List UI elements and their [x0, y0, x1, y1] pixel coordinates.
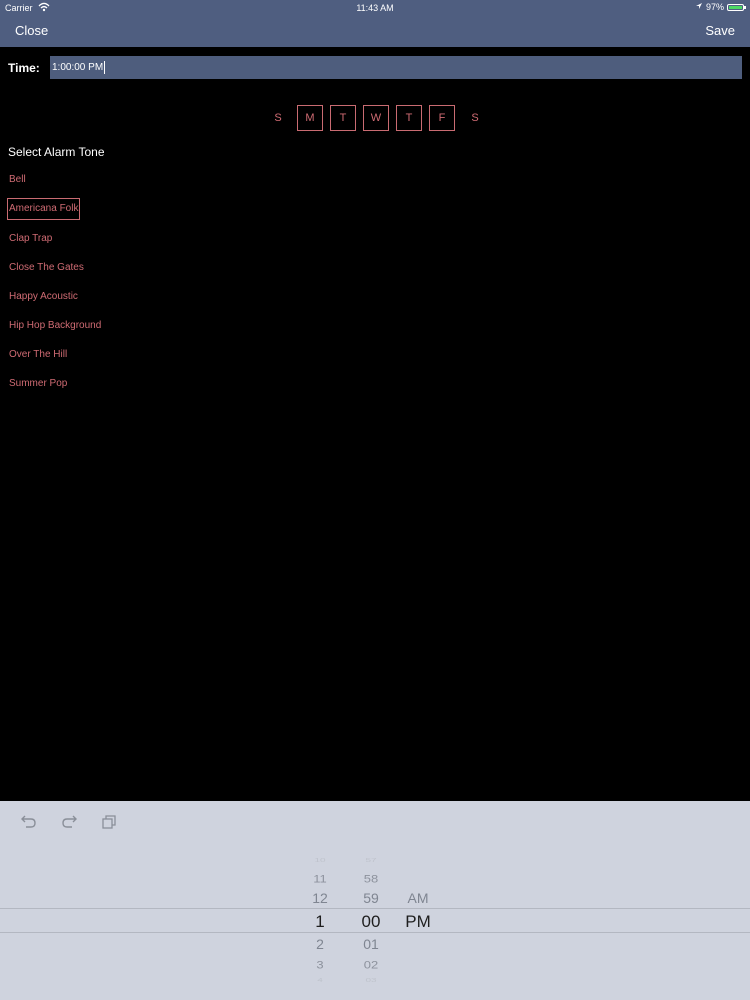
- minute-option[interactable]: 01: [351, 936, 391, 952]
- day-toggle[interactable]: T: [330, 105, 356, 131]
- hour-option[interactable]: 11: [300, 872, 340, 885]
- day-toggle[interactable]: S: [462, 105, 488, 131]
- alarm-tone-item[interactable]: Hip Hop Background: [8, 316, 102, 336]
- undo-icon[interactable]: [20, 813, 38, 831]
- alarm-tone-item[interactable]: Clap Trap: [8, 229, 53, 249]
- ampm-option[interactable]: AM: [398, 890, 438, 906]
- status-bar: Carrier 11:43 AM 97%: [0, 0, 750, 16]
- minute-option[interactable]: 57: [351, 857, 391, 863]
- minute-option[interactable]: 00: [351, 912, 391, 932]
- nav-bar: Close Save: [0, 16, 750, 47]
- alarm-tone-item[interactable]: Close The Gates: [8, 258, 85, 278]
- hour-option[interactable]: 1: [300, 912, 340, 932]
- hour-option[interactable]: 3: [300, 958, 340, 971]
- redo-icon[interactable]: [60, 813, 78, 831]
- status-right: 97%: [695, 2, 746, 12]
- day-toggle[interactable]: M: [297, 105, 323, 131]
- time-field[interactable]: 1:00:00 PM: [50, 56, 742, 79]
- edit-toolbar: [20, 813, 118, 831]
- hour-option[interactable]: 2: [300, 936, 340, 952]
- hour-option[interactable]: 10: [300, 857, 340, 863]
- day-toggle[interactable]: W: [363, 105, 389, 131]
- text-caret: [104, 60, 106, 74]
- day-toggle[interactable]: S: [265, 105, 291, 131]
- day-selector: SMTWTFS: [0, 105, 750, 131]
- minute-option[interactable]: 59: [351, 890, 391, 906]
- minute-option[interactable]: 03: [351, 977, 391, 983]
- alarm-tone-item[interactable]: Over The Hill: [8, 345, 68, 365]
- battery-percent: 97%: [705, 2, 724, 12]
- alarm-tone-item[interactable]: Americana Folk: [7, 198, 81, 220]
- battery-fill: [729, 5, 742, 9]
- day-toggle[interactable]: T: [396, 105, 422, 131]
- alarm-tone-item[interactable]: Bell: [8, 170, 27, 190]
- ampm-option[interactable]: PM: [398, 912, 438, 932]
- close-button[interactable]: Close: [15, 23, 48, 38]
- location-arrow-icon: [695, 2, 703, 12]
- alarm-tone-item[interactable]: Happy Acoustic: [8, 287, 79, 307]
- minute-option[interactable]: 02: [351, 958, 391, 971]
- time-label: Time:: [8, 61, 40, 75]
- hour-option[interactable]: 4: [300, 977, 340, 983]
- battery-icon: [727, 3, 746, 11]
- minute-option[interactable]: 58: [351, 872, 391, 885]
- day-toggle[interactable]: F: [429, 105, 455, 131]
- alarm-tone-item[interactable]: Summer Pop: [8, 374, 68, 394]
- paste-icon[interactable]: [100, 813, 118, 831]
- alarm-tone-title: Select Alarm Tone: [8, 145, 105, 159]
- save-button[interactable]: Save: [705, 23, 735, 38]
- status-time: 11:43 AM: [356, 3, 394, 13]
- time-value: 1:00:00 PM: [52, 62, 104, 73]
- hour-option[interactable]: 12: [300, 890, 340, 906]
